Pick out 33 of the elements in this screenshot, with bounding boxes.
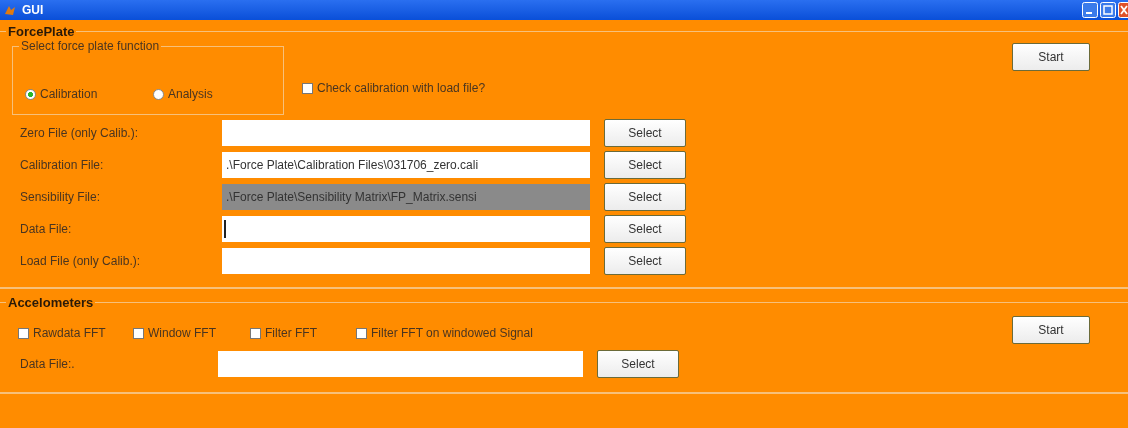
radio-option[interactable]: Analysis [153,87,281,101]
minimize-button[interactable] [1082,2,1098,18]
select-button[interactable]: Select [604,247,686,275]
option-checkbox[interactable]: Rawdata FFT [18,326,133,340]
file-path-field[interactable] [222,120,590,146]
file-path-field[interactable] [218,351,583,377]
select-button[interactable]: Select [604,151,686,179]
calibration-checkbox[interactable]: Check calibration with load file? [302,81,486,95]
file-path-field[interactable]: .\Force Plate\Calibration Files\031706_zero.cali [222,152,590,178]
select-button[interactable]: Select [597,350,679,378]
field-label: Sensibility File: [20,190,102,204]
file-path-field[interactable] [222,216,590,242]
panel-title: ForcePlate [7,24,76,39]
app-icon [4,4,16,16]
field-label: Data File:. [20,357,76,371]
select-button[interactable]: Select [604,215,686,243]
maximize-button[interactable] [1100,2,1116,18]
file-path-field[interactable] [222,248,590,274]
field-label: Data File: [20,222,73,236]
close-button[interactable] [1118,2,1128,18]
window-title: GUI [22,3,44,17]
start-button[interactable]: Start [1012,43,1090,71]
group-title: Select force plate function [20,39,161,53]
field-label: Zero File (only Calib.): [20,126,140,140]
select-button[interactable]: Select [604,119,686,147]
option-checkbox[interactable]: Filter FFT on windowed Signal [356,326,533,340]
field-label: Load File (only Calib.): [20,254,142,268]
start-button[interactable]: Start [1012,316,1090,344]
radio-option[interactable]: Calibration [25,87,153,101]
panel-title: Accelometers [7,295,95,310]
field-label: Calibration File: [20,158,105,172]
option-checkbox[interactable]: Filter FFT [250,326,356,340]
option-checkbox[interactable]: Window FFT [133,326,250,340]
